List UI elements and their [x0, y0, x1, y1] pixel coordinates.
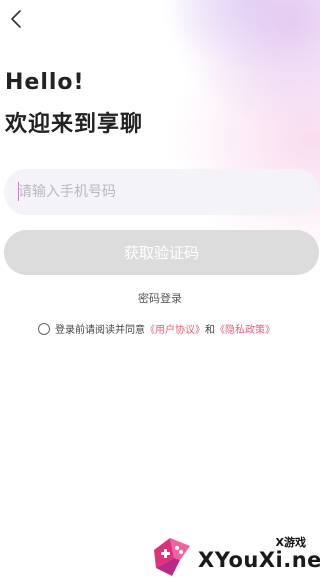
password-login-link[interactable]: 密码登录 [0, 290, 320, 306]
welcome-title: 欢迎来到享聊 [5, 112, 144, 137]
watermark-main-text: XYouXi.net [198, 548, 320, 572]
text-cursor [18, 182, 19, 201]
user-agreement-link[interactable]: 《用户协议》 [145, 321, 205, 336]
phone-input[interactable] [4, 169, 319, 215]
get-code-button[interactable]: 获取验证码 [4, 230, 319, 275]
agreement-prefix: 登录前请阅读并同意 [55, 325, 145, 336]
agreement-conjunction: 和 [205, 325, 215, 336]
chevron-left-icon [11, 10, 21, 28]
privacy-policy-link[interactable]: 《隐私政策》 [215, 321, 275, 336]
greeting-title: Hello! [5, 70, 85, 95]
back-button[interactable] [6, 8, 28, 30]
agreement-row: 登录前请阅读并同意 《用户协议》 和 《隐私政策》 [38, 321, 275, 336]
gamepad-logo [154, 538, 190, 576]
watermark: X游戏 XYouXi.net [150, 530, 320, 588]
agreement-checkbox[interactable] [38, 322, 50, 335]
